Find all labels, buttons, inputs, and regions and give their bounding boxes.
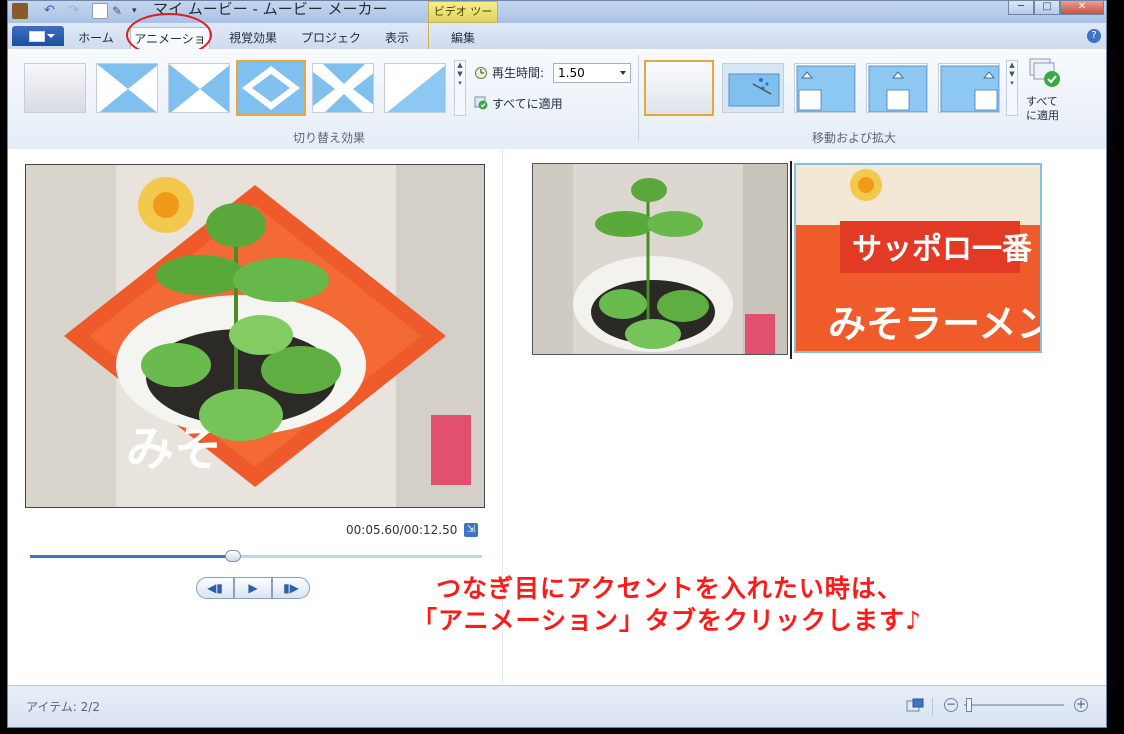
transition-cross-thumb[interactable] [312, 63, 374, 113]
maximize-button[interactable]: □ [1034, 1, 1060, 15]
bowtie-v-icon [97, 64, 157, 112]
redo-icon[interactable]: ↷ [68, 3, 84, 19]
undo-icon[interactable]: ↶ [44, 3, 60, 19]
tab-view[interactable]: 表示 [380, 27, 414, 49]
transition-diamond-thumb[interactable] [236, 60, 306, 116]
chevron-down-icon [47, 34, 55, 38]
diagonal-icon [385, 64, 445, 112]
cross-icon [313, 64, 373, 112]
zoom-in-icon[interactable]: + [1074, 698, 1088, 712]
duration-value: 1.50 [558, 66, 585, 80]
duration-label: 再生時間: [492, 66, 545, 80]
zoom-slider[interactable] [964, 698, 1064, 712]
seek-thumb[interactable] [225, 550, 242, 562]
status-separator [932, 698, 933, 716]
tab-visual-effects[interactable]: 視覚効果 [222, 27, 284, 49]
transition-diagonal-thumb[interactable] [384, 63, 446, 113]
storyboard-clip-1[interactable] [532, 163, 788, 355]
next-frame-button[interactable]: ▮▶ [272, 577, 310, 599]
transitions-group-label: 切り替え効果 [292, 131, 365, 145]
duration-icon [474, 64, 488, 79]
help-icon[interactable]: ? [1087, 29, 1101, 43]
time-display: 00:05.60/00:12.50 [346, 523, 458, 537]
transition-bowtie-v-thumb[interactable] [96, 63, 158, 113]
fullscreen-icon[interactable]: ⇲ [464, 523, 478, 537]
item-count: アイテム: 2/2 [26, 700, 100, 714]
magic-wand-icon [723, 64, 783, 112]
svg-text:サッポロ一番: サッポロ一番 [852, 232, 1033, 267]
close-button[interactable]: ✕ [1060, 1, 1104, 15]
diamond-icon [238, 62, 304, 114]
storyboard-cursor [790, 161, 792, 359]
zoom-up-icon [867, 64, 927, 112]
panzoom-gallery-scroll[interactable]: ▲ ▼ ▾ [1006, 60, 1018, 116]
clip-1-thumbnail [533, 164, 787, 354]
panzoom-auto-thumb[interactable] [722, 63, 784, 113]
apply-all-button[interactable]: すべてに適用 [492, 95, 563, 112]
panzoom-none-thumb[interactable] [644, 60, 714, 116]
status-bar: アイテム: 2/2 − + [8, 685, 1106, 727]
panzoom-up-left-thumb[interactable] [794, 63, 856, 113]
transitions-gallery-scroll[interactable]: ▲ ▼ ▾ [454, 60, 466, 116]
ribbon: ▲ ▼ ▾ 再生時間: 1.50 すべてに適用 切り替え効果 ▲ ▼ ▾ すべて… [8, 49, 1106, 150]
seek-bar[interactable] [30, 550, 482, 562]
clip-2-thumbnail: サッポロ一番 みそラーメン [796, 165, 1042, 351]
annotation-text: つなぎ目にアクセントを入れたい時は、 「アニメーション」タブをクリックします♪ [412, 573, 922, 637]
zoom-slider-thumb[interactable] [966, 698, 972, 712]
annotation-line-1: つなぎ目にアクセントを入れたい時は、 [436, 574, 903, 603]
previous-frame-button[interactable]: ◀▮ [196, 577, 234, 599]
svg-text:みそラーメン: みそラーメン [828, 302, 1042, 346]
file-menu-button[interactable] [12, 26, 64, 46]
tab-project[interactable]: プロジェクト [298, 27, 364, 67]
context-separator [428, 23, 429, 49]
playback-controls: ◀▮ ▶ ▮▶ [196, 577, 316, 599]
pen-icon[interactable]: ✎ [112, 3, 128, 19]
bowtie-h-icon [169, 64, 229, 112]
annotation-line-2: 「アニメーション」タブをクリックします♪ [412, 606, 922, 635]
panzoom-up-right-thumb[interactable] [938, 63, 1000, 113]
new-project-icon[interactable] [92, 3, 108, 19]
play-button[interactable]: ▶ [234, 577, 272, 599]
minimize-button[interactable]: ─ [1008, 1, 1034, 15]
menu-icon [29, 31, 45, 42]
duration-dropdown[interactable]: 1.50 [553, 63, 631, 83]
storyboard-clip-2[interactable]: サッポロ一番 みそラーメン [794, 163, 1042, 353]
seek-bar-progress [30, 555, 234, 558]
transition-bowtie-h-thumb[interactable] [168, 63, 230, 113]
zoom-up-icon [795, 64, 855, 112]
zoom-up-icon [939, 64, 999, 112]
preview-image: みそ [26, 165, 484, 507]
video-tools-context-label: ビデオ ツール [428, 1, 498, 38]
apply-all-big-label-2[interactable]: に適用 [1026, 107, 1059, 123]
tab-home[interactable]: ホーム [76, 27, 116, 49]
transition-none-thumb[interactable] [24, 63, 86, 113]
panzoom-up-center-thumb[interactable] [866, 63, 928, 113]
apply-all-small-icon [474, 95, 488, 110]
apply-all-big-icon[interactable] [1024, 57, 1064, 93]
group-separator [638, 55, 639, 141]
zoom-out-icon[interactable]: − [944, 698, 958, 712]
app-icon[interactable] [12, 3, 28, 19]
preview-monitor[interactable]: みそ [25, 164, 485, 508]
tab-edit[interactable]: 編集 [438, 27, 488, 49]
pan-zoom-group-label: 移動および拡大 [811, 131, 896, 145]
chevron-down-icon [620, 71, 626, 75]
thumbnail-size-icon[interactable] [906, 698, 924, 714]
